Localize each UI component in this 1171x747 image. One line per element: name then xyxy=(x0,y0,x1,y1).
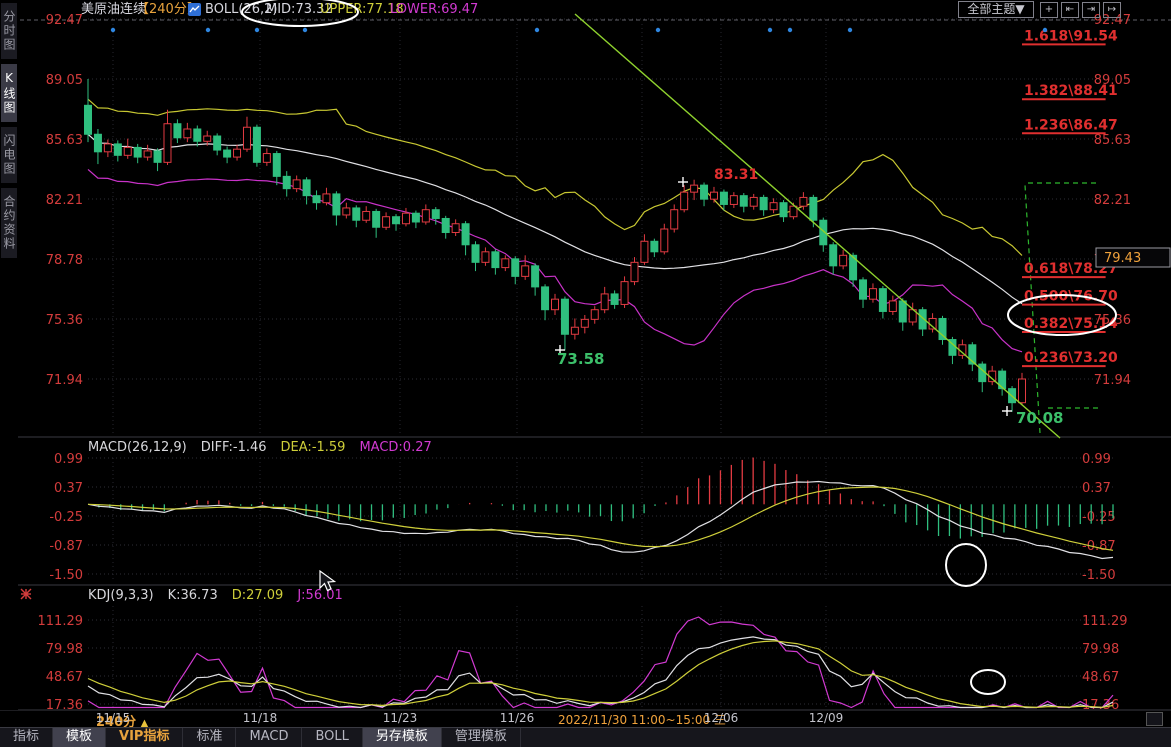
boll-lower-value: LOWER:69.47 xyxy=(390,1,478,19)
svg-text:82.21: 82.21 xyxy=(1094,193,1131,208)
kdj-d-value: D:27.09 xyxy=(232,588,284,603)
svg-text:78.78: 78.78 xyxy=(46,253,83,268)
theme-dropdown-button[interactable]: 全部主题▼ xyxy=(958,1,1034,18)
svg-text:-0.87: -0.87 xyxy=(49,539,83,554)
svg-text:75.36: 75.36 xyxy=(1094,313,1131,328)
bottom-tab-VIP指标[interactable]: VIP指标 xyxy=(106,728,183,747)
macd-panel-header: MACD(26,12,9) DIFF:-1.46 DEA:-1.59 MACD:… xyxy=(88,440,432,455)
sidebar-tab-合约资料[interactable]: 合约资料 xyxy=(1,188,17,258)
svg-text:83.31: 83.31 xyxy=(714,167,758,183)
svg-text:-1.50: -1.50 xyxy=(1082,568,1116,583)
bottom-tab-管理模板[interactable]: 管理模板 xyxy=(442,728,521,747)
svg-text:71.94: 71.94 xyxy=(1094,373,1131,388)
svg-text:48.67: 48.67 xyxy=(46,670,83,685)
line-chart-icon xyxy=(188,3,201,16)
svg-text:85.63: 85.63 xyxy=(46,133,83,148)
time-axis-date: 12/09 xyxy=(809,711,844,725)
time-axis: 240分 ▲ 11/1511/1811/2311/262022/11/30 11… xyxy=(0,710,1171,727)
sidebar-tab-闪电图[interactable]: 闪电图 xyxy=(1,127,17,183)
time-axis-date: 11/15 xyxy=(96,711,131,725)
time-axis-date: 11/18 xyxy=(243,711,278,725)
bottom-tab-指标[interactable]: 指标 xyxy=(0,728,53,747)
chart-toolbar: +⇤⇥↦ xyxy=(1040,2,1121,18)
compress-x-axis-button[interactable]: ⇤ xyxy=(1061,2,1079,18)
svg-text:1.382\88.41: 1.382\88.41 xyxy=(1024,83,1118,99)
svg-text:79.98: 79.98 xyxy=(46,642,83,657)
svg-text:-0.25: -0.25 xyxy=(1082,510,1116,525)
svg-text:75.36: 75.36 xyxy=(46,313,83,328)
macd-diff-value: DIFF:-1.46 xyxy=(201,440,267,455)
macd-dea-value: DEA:-1.59 xyxy=(281,440,346,455)
svg-text:70.08: 70.08 xyxy=(1016,409,1063,427)
svg-text:0.99: 0.99 xyxy=(1082,452,1111,467)
svg-text:1.236\86.47: 1.236\86.47 xyxy=(1024,117,1118,133)
svg-text:78.78: 78.78 xyxy=(1094,253,1131,268)
bottom-tab-另存模板[interactable]: 另存模板 xyxy=(363,728,442,747)
sidebar-tab-K线图[interactable]: K线图 xyxy=(1,64,17,122)
scroll-handle[interactable] xyxy=(1146,712,1163,726)
kdj-k-value: K:36.73 xyxy=(168,588,218,603)
svg-text:0.382\75.14: 0.382\75.14 xyxy=(1024,316,1118,332)
svg-text:111.29: 111.29 xyxy=(38,614,84,629)
svg-text:0.618\78.27: 0.618\78.27 xyxy=(1024,261,1118,277)
bottom-tab-标准[interactable]: 标准 xyxy=(183,728,236,747)
svg-text:0.500\76.70: 0.500\76.70 xyxy=(1024,289,1118,305)
svg-text:-0.25: -0.25 xyxy=(49,510,83,525)
chart-canvas[interactable]: 92.4792.4789.0589.0585.6385.6382.2182.21… xyxy=(0,0,1171,747)
svg-text:82.21: 82.21 xyxy=(46,193,83,208)
annotation-overlay xyxy=(0,0,1171,747)
kdj-j-value: J:56.01 xyxy=(297,588,342,603)
svg-text:73.58: 73.58 xyxy=(557,350,604,368)
time-axis-date: 11/23 xyxy=(383,711,418,725)
bottom-tab-bar: 指标模板VIP指标标准MACDBOLL另存模板管理模板 xyxy=(0,727,1171,747)
kdj-panel-header: KDJ(9,3,3) K:36.73 D:27.09 J:56.01 xyxy=(88,588,343,603)
svg-text:89.05: 89.05 xyxy=(1094,73,1131,88)
bottom-tab-MACD[interactable]: MACD xyxy=(236,728,302,747)
svg-text:111.29: 111.29 xyxy=(1082,614,1128,629)
time-axis-date: 11/26 xyxy=(500,711,535,725)
svg-text:0.37: 0.37 xyxy=(1082,481,1111,496)
svg-text:0.37: 0.37 xyxy=(54,481,83,496)
expand-x-axis-button[interactable]: ⇥ xyxy=(1082,2,1100,18)
time-axis-date: 12/06 xyxy=(704,711,739,725)
svg-text:79.98: 79.98 xyxy=(1082,642,1119,657)
crosshair-tool-button[interactable]: + xyxy=(1040,2,1058,18)
left-sidebar: 分时图K线图闪电图合约资料 xyxy=(0,0,18,710)
svg-text:48.67: 48.67 xyxy=(1082,670,1119,685)
kdj-title: KDJ(9,3,3) xyxy=(88,588,154,603)
bottom-tab-模板[interactable]: 模板 xyxy=(53,728,106,747)
svg-text:71.94: 71.94 xyxy=(46,373,83,388)
svg-text:-0.87: -0.87 xyxy=(1082,539,1116,554)
svg-text:89.05: 89.05 xyxy=(46,73,83,88)
page-forward-button[interactable]: ↦ xyxy=(1103,2,1121,18)
macd-macd-value: MACD:0.27 xyxy=(359,440,431,455)
svg-text:1.618\91.54: 1.618\91.54 xyxy=(1024,28,1118,44)
svg-text:0.99: 0.99 xyxy=(54,452,83,467)
svg-text:85.63: 85.63 xyxy=(1094,133,1131,148)
trading-app-window: { "header": { "title": "美原油连续", "period"… xyxy=(0,0,1171,747)
svg-text:0.236\73.20: 0.236\73.20 xyxy=(1024,350,1118,366)
svg-text:-1.50: -1.50 xyxy=(49,568,83,583)
macd-title: MACD(26,12,9) xyxy=(88,440,187,455)
bottom-tab-BOLL[interactable]: BOLL xyxy=(302,728,362,747)
svg-text:79.43: 79.43 xyxy=(1104,251,1141,266)
